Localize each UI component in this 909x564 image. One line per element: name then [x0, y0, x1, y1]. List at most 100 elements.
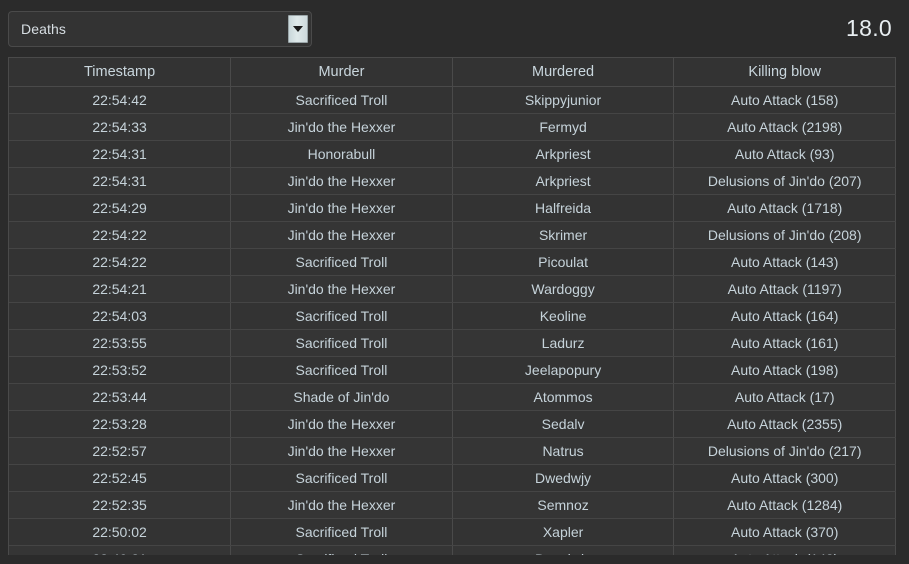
cell-murdered: Ladurz	[452, 329, 675, 357]
cell-killing-blow: Auto Attack (198)	[673, 356, 896, 384]
table-row[interactable]: 22:54:03 Sacrificed Troll Keoline Auto Atta…	[9, 302, 896, 330]
cell-murdered: Natrus	[452, 437, 675, 465]
table-row[interactable]: 22:50:02 Sacrificed Troll Xapler Auto Attac…	[9, 518, 896, 546]
column-header-murdered[interactable]: Murdered	[452, 58, 675, 87]
cell-killing-blow: Auto Attack (143)	[673, 545, 896, 555]
cell-murdered: Fermyd	[452, 113, 675, 141]
table-row[interactable]: 22:54:31 Honorabull Arkpriest Auto Attack (…	[9, 140, 896, 168]
cell-killing-blow: Auto Attack (1718)	[673, 194, 896, 222]
cell-murder: Sacrificed Troll	[230, 248, 453, 276]
cell-timestamp: 22:52:35	[9, 491, 232, 519]
table-row[interactable]: 22:53:44 Shade of Jin'do Atommos Auto Attac…	[9, 383, 896, 411]
cell-murdered: Semnoz	[452, 491, 675, 519]
cell-murdered: Arkpriest	[452, 140, 675, 168]
cell-murder: Sacrificed Troll	[230, 356, 453, 384]
cell-murdered: Dwedwjy	[452, 464, 675, 492]
cell-timestamp: 22:54:29	[9, 194, 232, 222]
cell-killing-blow: Auto Attack (370)	[673, 518, 896, 546]
cell-murdered: Picoulat	[452, 248, 675, 276]
table-header-row: Timestamp Murder Murdered Killing blow	[9, 58, 896, 87]
cell-timestamp: 22:53:28	[9, 410, 232, 438]
table-row[interactable]: 22:53:55 Sacrificed Troll Ladurz Auto Attac…	[9, 329, 896, 357]
table-row[interactable]: 22:54:22 Jin'do the Hexxer Skrimer Delusion…	[9, 221, 896, 249]
cell-killing-blow: Auto Attack (93)	[673, 140, 896, 168]
cell-murdered: Skrimer	[452, 221, 675, 249]
cell-timestamp: 22:53:55	[9, 329, 232, 357]
table-row[interactable]: 22:53:28 Jin'do the Hexxer Sedalv Auto Atta…	[9, 410, 896, 438]
cell-killing-blow: Delusions of Jin'do (207)	[673, 167, 896, 195]
cell-murdered: Keoline	[452, 302, 675, 330]
table-row[interactable]: 22:54:21 Jin'do the Hexxer Wardoggy Auto At…	[9, 275, 896, 303]
deaths-table: Timestamp Murder Murdered Killing blow 2…	[9, 58, 896, 555]
cell-timestamp: 22:54:31	[9, 140, 232, 168]
cell-killing-blow: Auto Attack (164)	[673, 302, 896, 330]
cell-murder: Jin'do the Hexxer	[230, 167, 453, 195]
cell-killing-blow: Auto Attack (1197)	[673, 275, 896, 303]
cell-timestamp: 22:49:21	[9, 545, 232, 555]
table-row[interactable]: 22:52:57 Jin'do the Hexxer Natrus Delusions…	[9, 437, 896, 465]
cell-killing-blow: Auto Attack (161)	[673, 329, 896, 357]
table-row[interactable]: 22:52:35 Jin'do the Hexxer Semnoz Auto Atta…	[9, 491, 896, 519]
cell-killing-blow: Auto Attack (17)	[673, 383, 896, 411]
cell-murder: Sacrificed Troll	[230, 545, 453, 555]
table-row[interactable]: 22:49:21Sacrificed TrollDwedwjyAuto Atta…	[9, 545, 896, 555]
cell-timestamp: 22:54:22	[9, 248, 232, 276]
cell-murdered: Skippyjunior	[452, 86, 675, 114]
cell-murder: Jin'do the Hexxer	[230, 437, 453, 465]
cell-killing-blow: Auto Attack (2198)	[673, 113, 896, 141]
cell-murder: Jin'do the Hexxer	[230, 194, 453, 222]
cell-murder: Sacrificed Troll	[230, 302, 453, 330]
chevron-down-icon[interactable]	[288, 14, 308, 43]
chevron-down-glyph	[293, 25, 303, 32]
cell-murdered: Dwedwjy	[452, 545, 675, 555]
column-header-killing-blow[interactable]: Killing blow	[673, 58, 896, 87]
table-row[interactable]: 22:53:52 Sacrificed Troll Jeelapopury Auto …	[9, 356, 896, 384]
table-header: Timestamp Murder Murdered Killing blow	[9, 58, 896, 87]
cell-killing-blow: Auto Attack (158)	[673, 86, 896, 114]
cell-murder: Jin'do the Hexxer	[230, 275, 453, 303]
cell-murder: Sacrificed Troll	[230, 464, 453, 492]
cell-killing-blow: Delusions of Jin'do (208)	[673, 221, 896, 249]
table-row[interactable]: 22:54:22 Sacrificed Troll Picoulat Auto Att…	[9, 248, 896, 276]
cell-murdered: Sedalv	[452, 410, 675, 438]
table-row[interactable]: 22:54:29 Jin'do the Hexxer Halfreida Auto A…	[9, 194, 896, 222]
column-header-murder[interactable]: Murder	[230, 58, 453, 87]
cell-timestamp: 22:52:45	[9, 464, 232, 492]
metric-dropdown-value: Deaths	[21, 20, 66, 37]
cell-killing-blow: Delusions of Jin'do (217)	[673, 437, 896, 465]
cell-murder: Jin'do the Hexxer	[230, 113, 453, 141]
cell-murder: Jin'do the Hexxer	[230, 491, 453, 519]
cell-murdered: Xapler	[452, 518, 675, 546]
cell-timestamp: 22:54:03	[9, 302, 232, 330]
cell-murder: Sacrificed Troll	[230, 518, 453, 546]
cell-timestamp: 22:54:31	[9, 167, 232, 195]
cell-killing-blow: Auto Attack (2355)	[673, 410, 896, 438]
cell-timestamp: 22:54:42	[9, 86, 232, 114]
cell-killing-blow: Auto Attack (143)	[673, 248, 896, 276]
cell-timestamp: 22:54:22	[9, 221, 232, 249]
cell-murder: Jin'do the Hexxer	[230, 221, 453, 249]
table-row[interactable]: 22:52:45 Sacrificed Troll Dwedwjy Auto Atta…	[9, 464, 896, 492]
metric-dropdown[interactable]: Deaths	[8, 10, 312, 47]
table-row[interactable]: 22:54:33 Jin'do the Hexxer Fermyd Auto Atta…	[9, 113, 896, 141]
cell-murdered: Wardoggy	[452, 275, 675, 303]
toolbar: Deaths 18.0	[0, 0, 909, 57]
cell-murdered: Halfreida	[452, 194, 675, 222]
cell-killing-blow: Auto Attack (1284)	[673, 491, 896, 519]
cell-timestamp: 22:54:21	[9, 275, 232, 303]
table-row[interactable]: 22:54:31 Jin'do the Hexxer Arkpriest Delusi…	[9, 167, 896, 195]
cell-murder: Jin'do the Hexxer	[230, 410, 453, 438]
cell-killing-blow: Auto Attack (300)	[673, 464, 896, 492]
table-row[interactable]: 22:54:42 Sacrificed Troll Skippyjunior Auto…	[9, 86, 896, 114]
cell-timestamp: 22:52:57	[9, 437, 232, 465]
cell-timestamp: 22:50:02	[9, 518, 232, 546]
deaths-table-container: Timestamp Murder Murdered Killing blow 2…	[8, 57, 896, 555]
cell-murdered: Jeelapopury	[452, 356, 675, 384]
column-header-timestamp[interactable]: Timestamp	[9, 58, 232, 87]
cell-murder: Honorabull	[230, 140, 453, 168]
cell-timestamp: 22:53:52	[9, 356, 232, 384]
cell-timestamp: 22:54:33	[9, 113, 232, 141]
table-body: 22:54:42 Sacrificed Troll Skippyjunior Auto…	[9, 86, 896, 555]
cell-timestamp: 22:53:44	[9, 383, 232, 411]
cell-murdered: Atommos	[452, 383, 675, 411]
